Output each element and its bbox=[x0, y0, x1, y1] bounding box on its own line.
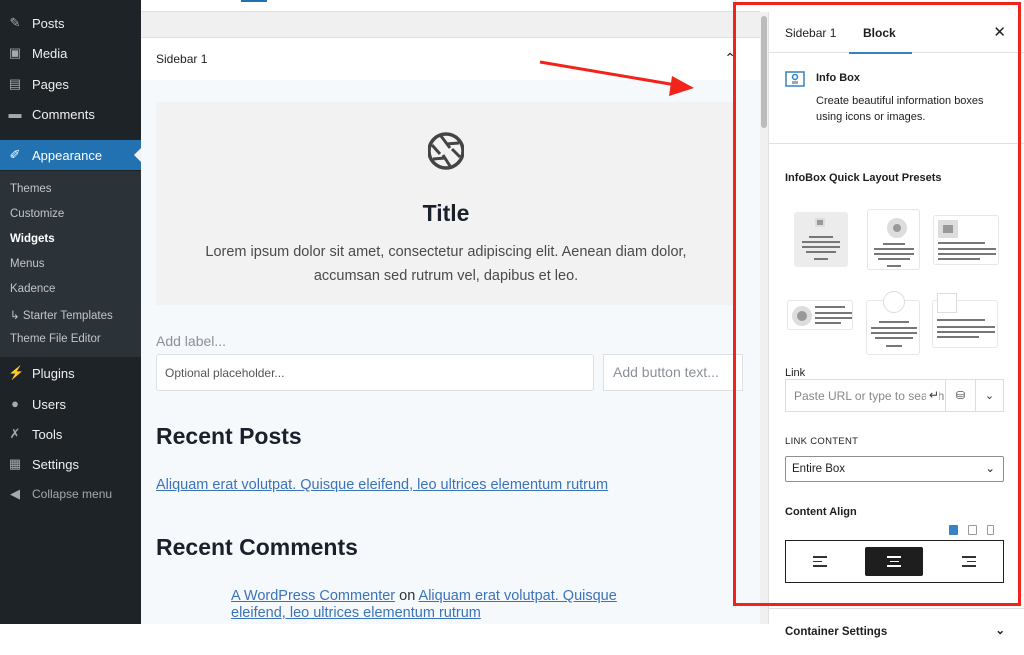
sidebar-tabs: Sidebar 1 Block ✕ bbox=[769, 12, 1024, 54]
appearance-submenu: Themes Customize Widgets Menus Kadence ↳… bbox=[0, 171, 141, 357]
wrench-icon: ✗ bbox=[9, 426, 21, 441]
submenu-themes[interactable]: Themes bbox=[10, 183, 52, 195]
menu-settings[interactable]: ▦ Settings bbox=[0, 449, 141, 479]
preset-2[interactable] bbox=[867, 209, 920, 270]
info-box-text[interactable]: Lorem ipsum dolor sit amet, consectetur … bbox=[186, 240, 706, 288]
align-left-button[interactable] bbox=[793, 547, 851, 576]
brush-icon: ✐ bbox=[9, 147, 21, 162]
search-button-text[interactable]: Add button text... bbox=[603, 354, 743, 391]
toolbar-strip bbox=[141, 0, 760, 12]
chevron-down-icon: ⌄ bbox=[995, 625, 1005, 637]
menu-collapse[interactable]: ◀ Collapse menu bbox=[0, 479, 141, 509]
preset-5[interactable] bbox=[866, 291, 920, 355]
submenu-theme-file-editor[interactable]: Theme File Editor bbox=[10, 333, 101, 345]
menu-pages[interactable]: ▤ Pages bbox=[0, 69, 141, 99]
database-icon: ⛁ bbox=[955, 390, 966, 402]
device-switcher bbox=[949, 525, 994, 535]
menu-posts[interactable]: ✎ Posts bbox=[0, 8, 141, 38]
search-placeholder-input[interactable]: Optional placeholder... bbox=[156, 354, 594, 391]
align-center-button[interactable] bbox=[865, 547, 924, 576]
preset-3[interactable] bbox=[933, 215, 999, 265]
submenu-kadence[interactable]: Kadence bbox=[10, 283, 55, 295]
info-box-icon bbox=[785, 71, 805, 87]
pages-icon: ▤ bbox=[8, 76, 22, 91]
editor-scrollbar[interactable] bbox=[760, 12, 768, 624]
menu-tools[interactable]: ✗ Tools bbox=[0, 419, 141, 449]
block-card: Info Box Create beautiful information bo… bbox=[769, 53, 1024, 144]
menu-appearance[interactable]: ✐ Appearance bbox=[0, 140, 141, 170]
content-align-label: Content Align bbox=[785, 506, 857, 518]
submenu-menus[interactable]: Menus bbox=[10, 258, 45, 270]
desktop-icon[interactable] bbox=[949, 525, 958, 535]
info-box-block[interactable]: Title Lorem ipsum dolor sit amet, consec… bbox=[156, 102, 736, 305]
chevron-down-icon: ⌄ bbox=[985, 463, 995, 475]
media-icon: ▣ bbox=[8, 45, 22, 60]
chevron-up-icon[interactable]: ⌃ bbox=[724, 50, 736, 67]
enter-icon[interactable]: ↵ bbox=[925, 388, 939, 402]
tab-block[interactable]: Block bbox=[849, 26, 912, 54]
comment-icon: ▬ bbox=[8, 106, 22, 121]
recent-post-link[interactable]: Aliquam erat volutpat. Quisque eleifend,… bbox=[156, 477, 608, 493]
menu-media[interactable]: ▣ Media bbox=[0, 38, 141, 68]
info-box-title[interactable]: Title bbox=[156, 200, 736, 227]
content-align-control bbox=[785, 540, 1004, 583]
link-control: Paste URL or type to search ↵ ⛁ ⌄ bbox=[785, 379, 1004, 412]
plug-icon: ⚡ bbox=[8, 365, 25, 380]
preset-4[interactable] bbox=[787, 300, 853, 330]
link-content-label: LINK CONTENT bbox=[785, 436, 859, 447]
recent-comments-title: Recent Comments bbox=[156, 534, 358, 560]
admin-menu: ✎ Posts ▣ Media ▤ Pages ▬ Comments ✐ Appearan… bbox=[0, 0, 141, 624]
block-description: Create beautiful information boxes using… bbox=[816, 95, 984, 123]
preset-1[interactable] bbox=[794, 212, 848, 267]
tablet-icon[interactable] bbox=[968, 525, 977, 535]
submenu-starter-templates[interactable]: ↳ Starter Templates bbox=[10, 308, 113, 322]
link-content-select[interactable]: Entire Box ⌄ bbox=[785, 456, 1004, 482]
collapse-icon: ◀ bbox=[10, 486, 20, 501]
align-right-button[interactable] bbox=[938, 547, 996, 576]
aperture-icon bbox=[428, 132, 464, 170]
presets-title: InfoBox Quick Layout Presets bbox=[785, 172, 942, 184]
pin-icon: ✎ bbox=[9, 15, 21, 30]
menu-plugins[interactable]: ⚡ Plugins bbox=[0, 358, 141, 388]
link-url-input[interactable]: Paste URL or type to search ↵ bbox=[786, 380, 946, 411]
widget-area-header[interactable]: Sidebar 1 ⌃ bbox=[141, 38, 760, 80]
link-options-button[interactable]: ⌄ bbox=[976, 380, 1003, 411]
recent-comment-item: A WordPress Commenter on Aliquam erat vo… bbox=[231, 588, 617, 621]
tab-sidebar-1[interactable]: Sidebar 1 bbox=[785, 26, 836, 40]
block-name: Info Box bbox=[816, 72, 860, 84]
comment-author-link[interactable]: A WordPress Commenter bbox=[231, 588, 395, 604]
submenu-customize[interactable]: Customize bbox=[10, 208, 64, 220]
link-label: Link bbox=[785, 367, 806, 379]
settings-sidebar: Sidebar 1 Block ✕ Info Box Create beauti… bbox=[768, 12, 1024, 638]
user-icon: ● bbox=[11, 396, 19, 411]
widget-editor: Sidebar 1 ⌃ Title Lorem ipsum dolor sit a… bbox=[141, 0, 760, 624]
close-icon[interactable]: ✕ bbox=[993, 23, 1006, 41]
menu-users[interactable]: ● Users bbox=[0, 389, 141, 419]
submenu-widgets[interactable]: Widgets bbox=[10, 233, 55, 245]
editor-spacer bbox=[141, 12, 760, 38]
container-settings-panel[interactable]: Container Settings ⌄ bbox=[769, 608, 1024, 655]
chevron-down-icon: ⌄ bbox=[984, 390, 995, 402]
preset-6[interactable] bbox=[932, 293, 998, 348]
menu-comments[interactable]: ▬ Comments bbox=[0, 99, 141, 129]
dynamic-link-button[interactable]: ⛁ bbox=[946, 380, 976, 411]
recent-posts-title: Recent Posts bbox=[156, 423, 302, 449]
search-label-field[interactable]: Add label... bbox=[156, 333, 226, 349]
settings-icon: ▦ bbox=[8, 456, 22, 471]
mobile-icon[interactable] bbox=[987, 525, 994, 535]
